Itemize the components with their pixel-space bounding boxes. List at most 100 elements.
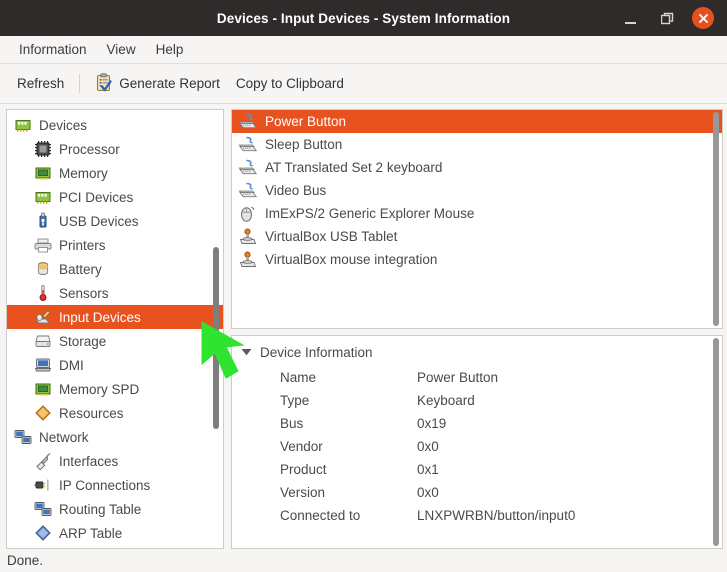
menu-help[interactable]: Help xyxy=(146,40,194,59)
mouse-icon xyxy=(238,204,258,223)
close-button[interactable] xyxy=(692,7,714,29)
sidebar-scrollbar-track[interactable] xyxy=(211,112,220,546)
device-list-item[interactable]: Video Bus xyxy=(232,179,722,202)
sidebar-item-label: Processor xyxy=(59,142,120,157)
sidebar-item-memory[interactable]: Memory xyxy=(7,161,223,185)
device-list-item-label: Power Button xyxy=(265,114,346,129)
refresh-button[interactable]: Refresh xyxy=(9,72,72,95)
device-info-value: Power Button xyxy=(417,370,722,385)
device-information-scrollbar-track[interactable] xyxy=(711,338,720,546)
network-icon xyxy=(33,500,52,518)
sidebar-item-label: Routing Table xyxy=(59,502,141,517)
device-information-rows: NamePower ButtonTypeKeyboardBus0x19Vendo… xyxy=(232,364,722,527)
sidebar-item-usb-devices[interactable]: USB Devices xyxy=(7,209,223,233)
sidebar-item-label: Battery xyxy=(59,262,102,277)
toolbar-separator xyxy=(79,74,80,93)
sidebar-item-processor[interactable]: Processor xyxy=(7,137,223,161)
system-information-window: Devices - Input Devices - System Informa… xyxy=(0,0,727,572)
sidebar-item-label: Devices xyxy=(39,118,87,133)
device-list-item-label: VirtualBox USB Tablet xyxy=(265,229,397,244)
device-list-item-label: Video Bus xyxy=(265,183,326,198)
menu-bar: Information View Help xyxy=(0,36,727,64)
sidebar-item-pci-devices[interactable]: PCI Devices xyxy=(7,185,223,209)
device-information-scrollbar-thumb[interactable] xyxy=(713,338,719,546)
triangle-down-icon[interactable] xyxy=(238,348,254,356)
cpu-icon xyxy=(33,140,52,158)
keyboard-icon xyxy=(238,112,258,131)
diamond-blue-icon xyxy=(33,524,52,542)
main-content: Devices Processor Memory PCI Devices USB Dev… xyxy=(0,104,727,549)
sidebar-item-label: DMI xyxy=(59,358,84,373)
sidebar-item-network[interactable]: Network xyxy=(7,425,223,449)
sidebar-item-printers[interactable]: Printers xyxy=(7,233,223,257)
sidebar-item-memory-spd[interactable]: Memory SPD xyxy=(7,377,223,401)
device-list-item[interactable]: AT Translated Set 2 keyboard xyxy=(232,156,722,179)
sidebar-item-label: ARP Table xyxy=(59,526,122,541)
device-list-item-label: Sleep Button xyxy=(265,137,342,152)
sidebar-item-label: Memory SPD xyxy=(59,382,139,397)
title-bar: Devices - Input Devices - System Informa… xyxy=(0,0,727,36)
sidebar-item-devices[interactable]: Devices xyxy=(7,113,223,137)
device-info-row: Vendor0x0 xyxy=(280,435,722,458)
sidebar-item-input-devices[interactable]: Input Devices xyxy=(7,305,223,329)
generate-report-button[interactable]: Generate Report xyxy=(87,69,228,99)
chip-green-icon xyxy=(33,188,52,206)
copy-to-clipboard-button[interactable]: Copy to Clipboard xyxy=(228,72,352,95)
device-info-value: LNXPWRBN/button/input0 xyxy=(417,508,722,523)
device-list-item[interactable]: VirtualBox mouse integration xyxy=(232,248,722,271)
device-info-key: Product xyxy=(280,462,417,477)
device-info-value: 0x1 xyxy=(417,462,722,477)
sidebar-item-label: Interfaces xyxy=(59,454,118,469)
minimize-button[interactable] xyxy=(620,7,642,29)
device-info-value: 0x0 xyxy=(417,485,722,500)
device-info-key: Vendor xyxy=(280,439,417,454)
sidebar-item-resources[interactable]: Resources xyxy=(7,401,223,425)
keyboard-icon xyxy=(238,158,258,177)
sidebar-item-storage[interactable]: Storage xyxy=(7,329,223,353)
device-info-row: Version0x0 xyxy=(280,481,722,504)
keyboard-icon xyxy=(238,135,258,154)
sidebar-item-label: Storage xyxy=(59,334,106,349)
device-list-item[interactable]: ImExPS/2 Generic Explorer Mouse xyxy=(232,202,722,225)
device-list-item[interactable]: Sleep Button xyxy=(232,133,722,156)
thermometer-icon xyxy=(33,284,52,302)
device-info-key: Bus xyxy=(280,416,417,431)
device-list-item[interactable]: VirtualBox USB Tablet xyxy=(232,225,722,248)
sidebar-item-routing-table[interactable]: Routing Table xyxy=(7,497,223,521)
toolbar: Refresh Generate Report Copy to Clipboar… xyxy=(0,64,727,104)
device-info-row: Product0x1 xyxy=(280,458,722,481)
device-info-key: Version xyxy=(280,485,417,500)
menu-view[interactable]: View xyxy=(97,40,146,59)
sidebar-item-label: Resources xyxy=(59,406,124,421)
usb-icon xyxy=(33,212,52,230)
generate-report-label: Generate Report xyxy=(119,76,220,91)
menu-information[interactable]: Information xyxy=(9,40,97,59)
sidebar-item-interfaces[interactable]: Interfaces xyxy=(7,449,223,473)
device-list-scrollbar-thumb[interactable] xyxy=(713,112,719,326)
sidebar-item-label: Memory xyxy=(59,166,108,181)
device-information-title: Device Information xyxy=(260,345,373,360)
maximize-button[interactable] xyxy=(656,7,678,29)
device-information-header[interactable]: Device Information xyxy=(232,340,722,364)
diamond-orange-icon xyxy=(33,404,52,422)
status-bar: Done. xyxy=(0,549,727,572)
status-text: Done. xyxy=(7,553,43,568)
sidebar-item-dmi[interactable]: DMI xyxy=(7,353,223,377)
device-list-scrollbar-track[interactable] xyxy=(711,112,720,326)
sidebar-scrollbar-thumb[interactable] xyxy=(213,247,219,429)
device-info-key: Name xyxy=(280,370,417,385)
keyboard-icon xyxy=(238,181,258,200)
device-list[interactable]: Power Button Sleep Button AT Translated Se… xyxy=(232,110,722,271)
connector-icon xyxy=(33,476,52,494)
network-icon xyxy=(13,428,32,446)
sidebar-item-ip-connections[interactable]: IP Connections xyxy=(7,473,223,497)
plug-cable-icon xyxy=(33,452,52,470)
sidebar-item-label: PCI Devices xyxy=(59,190,133,205)
sidebar-item-sensors[interactable]: Sensors xyxy=(7,281,223,305)
device-info-key: Type xyxy=(280,393,417,408)
category-tree[interactable]: Devices Processor Memory PCI Devices USB Dev… xyxy=(7,110,223,545)
sidebar-item-arp-table[interactable]: ARP Table xyxy=(7,521,223,545)
device-list-item[interactable]: Power Button xyxy=(232,110,722,133)
printer-icon xyxy=(33,236,52,254)
sidebar-item-battery[interactable]: Battery xyxy=(7,257,223,281)
